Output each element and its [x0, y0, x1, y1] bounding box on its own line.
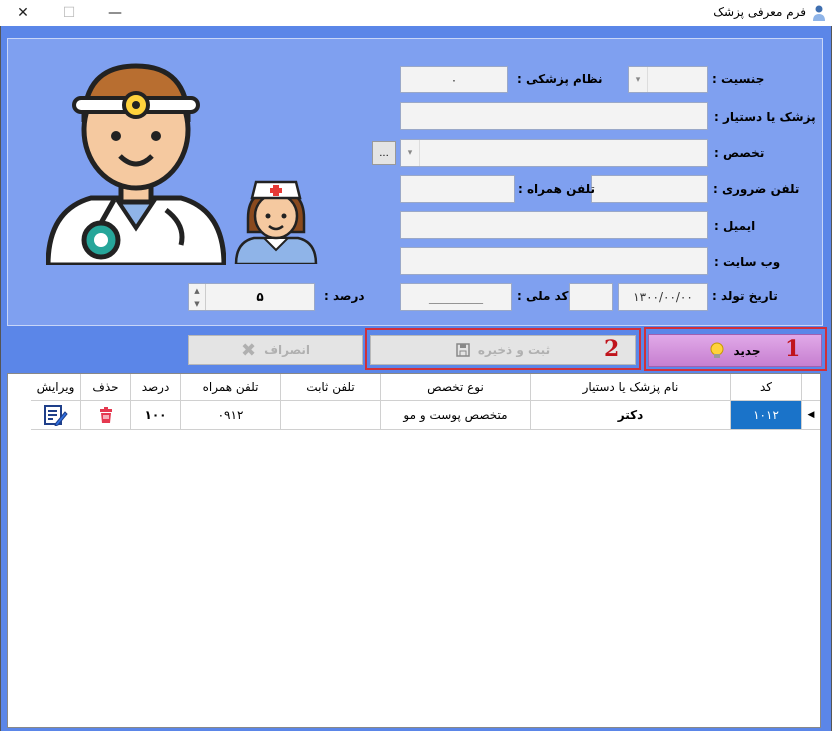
column-header-name[interactable]: نام پزشک یا دستیار — [531, 374, 731, 401]
birthdate-field[interactable]: ۱۳۰۰/۰۰/۰۰ — [618, 283, 708, 311]
cell-percent[interactable]: ۱۰۰ — [131, 401, 181, 430]
app-icon — [813, 5, 825, 21]
mobile-label: تلفن همراه : — [518, 182, 596, 196]
doctor-name-field[interactable] — [400, 102, 708, 130]
stepper-up-icon[interactable]: ▲ — [189, 284, 205, 297]
row-header-column — [802, 374, 820, 401]
minimize-icon: — — [108, 5, 122, 21]
cell-landline[interactable] — [281, 401, 381, 430]
percent-label: درصد : — [324, 289, 365, 303]
lightbulb-icon — [710, 342, 724, 358]
close-button[interactable]: ✕ — [0, 0, 46, 26]
edit-document-icon[interactable] — [43, 404, 68, 426]
cell-name[interactable]: دکتر — [531, 401, 731, 430]
column-header-mobile[interactable]: تلفن همراه — [181, 374, 281, 401]
email-label: ایمیل : — [714, 219, 756, 233]
medical-code-value: ۰ — [450, 72, 458, 87]
column-header-percent[interactable]: درصد — [131, 374, 181, 401]
column-header-code[interactable]: کد — [731, 374, 802, 401]
doctor-label: پزشک یا دستیار : — [714, 110, 816, 124]
specialty-label: تخصص : — [714, 146, 765, 160]
column-header-specialty[interactable]: نوع تخصص — [381, 374, 531, 401]
nurse-icon — [234, 180, 318, 264]
delete-cell[interactable] — [81, 401, 131, 430]
emergency-phone-label: تلفن ضروری : — [713, 182, 800, 196]
national-code-field[interactable]: _________ — [400, 283, 512, 311]
website-label: وب سایت : — [714, 255, 781, 269]
medical-code-field[interactable]: ۰ — [400, 66, 508, 93]
annotation-number-2: 2 — [604, 336, 620, 362]
national-code-label: کد ملی : — [517, 289, 569, 303]
maximize-button[interactable]: ☐ — [46, 0, 92, 26]
floppy-disk-icon — [456, 343, 470, 357]
specialty-combo[interactable]: ▾ — [400, 139, 708, 167]
birthdate-label: تاریخ تولد : — [712, 289, 778, 303]
minimize-button[interactable]: — — [92, 0, 138, 26]
save-button[interactable]: ثبت و ذخیره — [370, 335, 636, 365]
birthdate-extra-field[interactable] — [569, 283, 613, 311]
save-button-label: ثبت و ذخیره — [477, 343, 551, 357]
cell-mobile[interactable]: ۰۹۱۲ — [181, 401, 281, 430]
cell-specialty[interactable]: متخصص پوست و مو — [381, 401, 531, 430]
cell-code[interactable]: ۱۰۱۲ — [731, 401, 802, 430]
medical-code-label: نظام پزشکی : — [517, 72, 603, 86]
specialty-browse-button[interactable]: ... — [372, 141, 396, 165]
doctors-grid[interactable]: کد نام پزشک یا دستیار نوع تخصص تلفن ثابت… — [7, 373, 821, 728]
cancel-button[interactable]: انصراف ✖ — [188, 335, 363, 365]
edit-cell[interactable] — [31, 401, 81, 430]
current-row-arrow-icon[interactable]: ◀ — [802, 401, 820, 430]
title-bar: فرم معرفی پزشک ✕ ☐ — — [0, 0, 832, 26]
mobile-field[interactable] — [400, 175, 515, 203]
stepper-down-icon[interactable]: ▼ — [189, 297, 205, 310]
annotation-number-1: 1 — [785, 336, 801, 362]
close-icon: ✕ — [17, 5, 29, 21]
gender-combo[interactable]: ▾ — [628, 66, 708, 93]
cancel-button-label: انصراف — [264, 343, 311, 357]
maximize-icon: ☐ — [62, 5, 76, 21]
x-icon: ✖ — [240, 339, 257, 361]
window-title: فرم معرفی پزشک — [713, 5, 806, 19]
percent-stepper[interactable]: ▲ ▼ ۵ — [188, 283, 315, 311]
birthdate-value: ۱۳۰۰/۰۰/۰۰ — [633, 290, 693, 304]
doctor-icon — [46, 63, 226, 265]
column-header-delete[interactable]: حذف — [81, 374, 131, 401]
column-header-landline[interactable]: تلفن ثابت — [281, 374, 381, 401]
trash-icon[interactable] — [99, 407, 113, 423]
column-header-edit[interactable]: ویرایش — [31, 374, 81, 401]
email-field[interactable] — [400, 211, 708, 239]
emergency-phone-field[interactable] — [591, 175, 708, 203]
gender-label: جنسیت : — [712, 72, 765, 86]
website-field[interactable] — [400, 247, 708, 275]
chevron-down-icon: ▾ — [629, 67, 648, 92]
chevron-down-icon: ▾ — [401, 140, 420, 166]
percent-value: ۵ — [256, 290, 264, 304]
new-button-label: جدید — [733, 343, 761, 358]
national-code-value: _________ — [429, 290, 483, 304]
